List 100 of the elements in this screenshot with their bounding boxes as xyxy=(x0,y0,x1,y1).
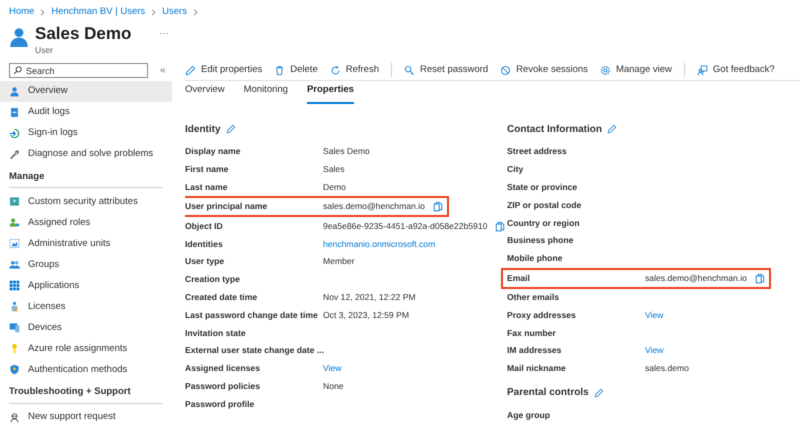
field-label: Street address xyxy=(507,145,568,158)
chevron-right-icon xyxy=(150,9,158,16)
trash-icon xyxy=(274,64,286,76)
breadcrumb-link[interactable]: Home xyxy=(9,5,34,20)
field-label: Identities xyxy=(185,238,224,251)
key-icon xyxy=(9,343,20,354)
sidebar-item[interactable]: Groups xyxy=(0,254,172,276)
field-value: None xyxy=(323,380,344,393)
pencil-icon xyxy=(185,64,196,76)
toolbar-button[interactable]: Manage view xyxy=(600,62,672,78)
sidebar-item[interactable]: Applications xyxy=(0,275,172,296)
field-label: Mail nickname xyxy=(507,362,567,376)
field-label: Email xyxy=(507,272,531,285)
field-value: Sales Demo xyxy=(323,145,370,158)
value-link[interactable]: View xyxy=(645,308,664,322)
field-label: Other emails xyxy=(507,291,560,304)
chevron-right-icon xyxy=(192,9,199,16)
key-icon xyxy=(404,64,415,76)
tab[interactable]: Overview xyxy=(185,82,225,104)
toolbar-button[interactable]: Delete xyxy=(274,62,318,78)
value-link[interactable]: henchmanio.onmicrosoft.com xyxy=(323,238,436,251)
field-label: Creation type xyxy=(185,273,241,286)
field-label: Fax number xyxy=(507,326,557,340)
value-link[interactable]: View xyxy=(323,362,342,376)
search-field[interactable]: Search xyxy=(9,63,148,78)
copy-button[interactable] xyxy=(432,201,443,212)
section-heading: Identity xyxy=(185,122,221,136)
copy-button[interactable] xyxy=(754,272,765,284)
sidebar-item[interactable]: Devices xyxy=(0,317,172,338)
field-label: Assigned licenses xyxy=(185,362,261,376)
card-icon xyxy=(9,196,20,208)
breadcrumb-link[interactable]: Henchman BV | Users xyxy=(51,5,146,20)
field-label: Country or region xyxy=(507,216,581,230)
user-icon xyxy=(9,86,20,97)
document-icon xyxy=(9,107,20,118)
section-heading: Manage xyxy=(9,170,163,188)
pencil-icon xyxy=(594,388,604,398)
sidebar-item[interactable]: Administrative units xyxy=(0,233,172,254)
field-value: Demo xyxy=(323,181,346,194)
section-heading: Troubleshooting + Support xyxy=(9,385,163,404)
shield-icon xyxy=(9,364,20,376)
sign-in-icon xyxy=(9,128,20,139)
value-link[interactable]: View xyxy=(645,344,664,358)
field-value: sales.demo@henchman.io xyxy=(645,272,747,285)
field-value: Nov 12, 2021, 12:22 PM xyxy=(323,291,416,304)
field-label: Last password change date time xyxy=(185,308,319,322)
sidebar-item[interactable]: Azure role assignments xyxy=(0,338,172,360)
field-value: sales.demo xyxy=(645,362,689,376)
collapse-button[interactable]: « xyxy=(160,63,166,78)
field-value: sales.demo@henchman.io xyxy=(323,200,425,214)
field-label: City xyxy=(507,163,524,176)
wrench-icon xyxy=(9,149,20,160)
sidebar-item[interactable]: Assigned roles xyxy=(0,212,172,234)
sidebar-item[interactable]: Licenses xyxy=(0,296,172,318)
field-label: Age group xyxy=(507,409,551,422)
section-heading: Contact Information xyxy=(507,122,602,136)
toolbar-button[interactable]: Got feedback? xyxy=(696,62,775,78)
field-value: Member xyxy=(323,255,355,268)
sidebar-item[interactable]: Authentication methods xyxy=(0,359,172,380)
field-label: First name xyxy=(185,163,230,176)
tab[interactable]: Monitoring xyxy=(244,82,288,104)
refresh-icon xyxy=(330,64,341,76)
sidebar-item[interactable]: Diagnose and solve problems xyxy=(0,144,172,165)
more-button[interactable]: ··· xyxy=(159,27,168,41)
sidebar-item[interactable]: Custom security attributes xyxy=(0,191,172,212)
pencil-icon xyxy=(226,124,236,134)
field-label: Proxy addresses xyxy=(507,308,577,322)
field-label: ZIP or postal code xyxy=(507,198,582,212)
copy-button[interactable] xyxy=(495,220,506,232)
users-icon xyxy=(9,259,20,270)
field-label: Invitation state xyxy=(185,326,247,340)
gear-icon xyxy=(600,64,611,76)
license-icon xyxy=(9,301,20,312)
page-title: Sales Demo xyxy=(35,24,132,44)
toolbar-button[interactable]: Reset password xyxy=(404,62,488,78)
section-heading: Parental controls xyxy=(507,386,589,400)
field-label: Password profile xyxy=(185,398,256,411)
field-value: 9ea5e86e-9235-4451-a92a-d058e22b5910 xyxy=(323,220,488,233)
field-label: Last name xyxy=(185,181,229,194)
grid-icon xyxy=(9,280,20,292)
field-label: IM addresses xyxy=(507,344,562,358)
sidebar-item[interactable]: Audit logs xyxy=(0,102,172,123)
field-label: Business phone xyxy=(507,234,574,248)
field-label: Display name xyxy=(185,145,242,158)
field-label: Created date time xyxy=(185,291,258,304)
sidebar-item[interactable]: Sign-in logs xyxy=(0,123,172,144)
field-label: User type xyxy=(185,255,226,268)
pencil-icon xyxy=(607,124,617,134)
breadcrumb-link[interactable]: Users xyxy=(162,5,187,20)
toolbar-button[interactable]: Refresh xyxy=(330,62,379,78)
toolbar-button[interactable]: Edit properties xyxy=(185,62,262,78)
field-label: State or province xyxy=(507,181,578,194)
chevron-right-icon xyxy=(39,9,46,16)
sidebar-item[interactable]: New support request xyxy=(0,406,172,428)
sidebar-item[interactable]: Overview xyxy=(0,81,172,102)
tab[interactable]: Properties xyxy=(306,82,354,104)
toolbar-button[interactable]: Revoke sessions xyxy=(500,62,588,78)
field-label: External user state change date ... xyxy=(185,344,325,358)
page-subtitle: User xyxy=(35,44,54,57)
search-icon xyxy=(13,66,22,75)
